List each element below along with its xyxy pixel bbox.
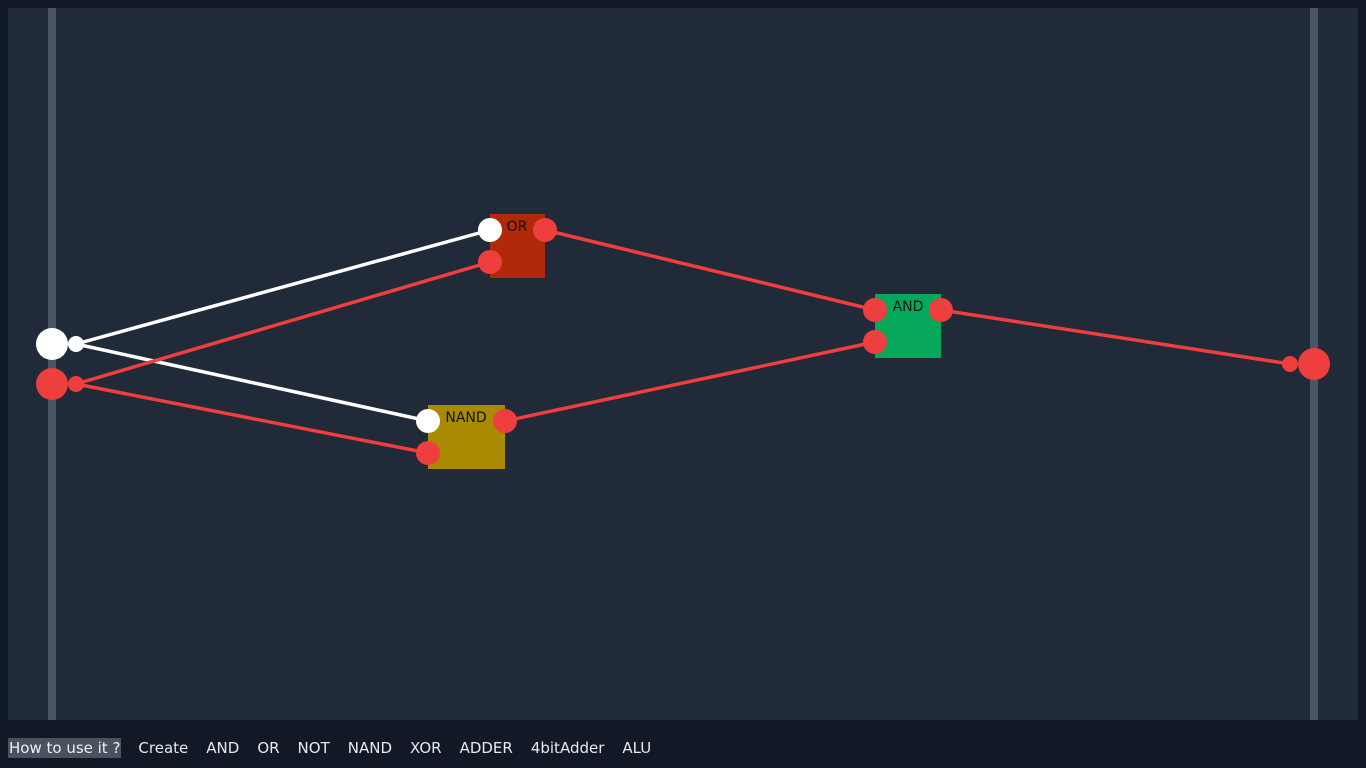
- create-button[interactable]: Create: [137, 738, 189, 758]
- toolbar: How to use it ? Create AND OR NOT NAND X…: [0, 728, 1366, 768]
- nand-gate-label: NAND: [445, 410, 486, 426]
- nand-output-pin[interactable]: [493, 409, 517, 433]
- and-output-pin[interactable]: [929, 298, 953, 322]
- add-alu-button[interactable]: ALU: [621, 738, 652, 758]
- or-input-pin-2[interactable]: [478, 250, 502, 274]
- and-input-pin-1[interactable]: [863, 298, 887, 322]
- input-connector-1[interactable]: [68, 336, 84, 352]
- add-4bit-adder-button[interactable]: 4bitAdder: [530, 738, 606, 758]
- wire-input1-nand-in1[interactable]: [75, 342, 429, 423]
- add-xor-gate-button[interactable]: XOR: [409, 738, 443, 758]
- add-adder-button[interactable]: ADDER: [459, 738, 514, 758]
- input-toggle-2[interactable]: [36, 368, 68, 400]
- input-toggle-1[interactable]: [36, 328, 68, 360]
- wire-input2-or-in2[interactable]: [75, 260, 491, 386]
- or-gate-label: OR: [507, 219, 528, 235]
- input-connector-2[interactable]: [68, 376, 84, 392]
- input-rail: [48, 8, 56, 720]
- wire-or-out-and-in1[interactable]: [544, 228, 876, 312]
- nand-input-pin-1[interactable]: [416, 409, 440, 433]
- nand-input-pin-2[interactable]: [416, 441, 440, 465]
- and-input-pin-2[interactable]: [863, 330, 887, 354]
- output-indicator: [1298, 348, 1330, 380]
- how-to-use-button[interactable]: How to use it ?: [8, 738, 122, 758]
- output-connector[interactable]: [1282, 356, 1298, 372]
- wire-input2-nand-in2[interactable]: [75, 382, 429, 455]
- or-input-pin-1[interactable]: [478, 218, 502, 242]
- add-not-gate-button[interactable]: NOT: [297, 738, 331, 758]
- or-output-pin[interactable]: [533, 218, 557, 242]
- wire-nand-out-and-in2[interactable]: [504, 340, 876, 423]
- add-and-gate-button[interactable]: AND: [205, 738, 240, 758]
- and-gate-label: AND: [893, 299, 924, 315]
- add-nand-gate-button[interactable]: NAND: [347, 738, 393, 758]
- wire-and-out-output[interactable]: [940, 308, 1291, 366]
- wire-input1-or-in1[interactable]: [75, 228, 491, 346]
- add-or-gate-button[interactable]: OR: [256, 738, 280, 758]
